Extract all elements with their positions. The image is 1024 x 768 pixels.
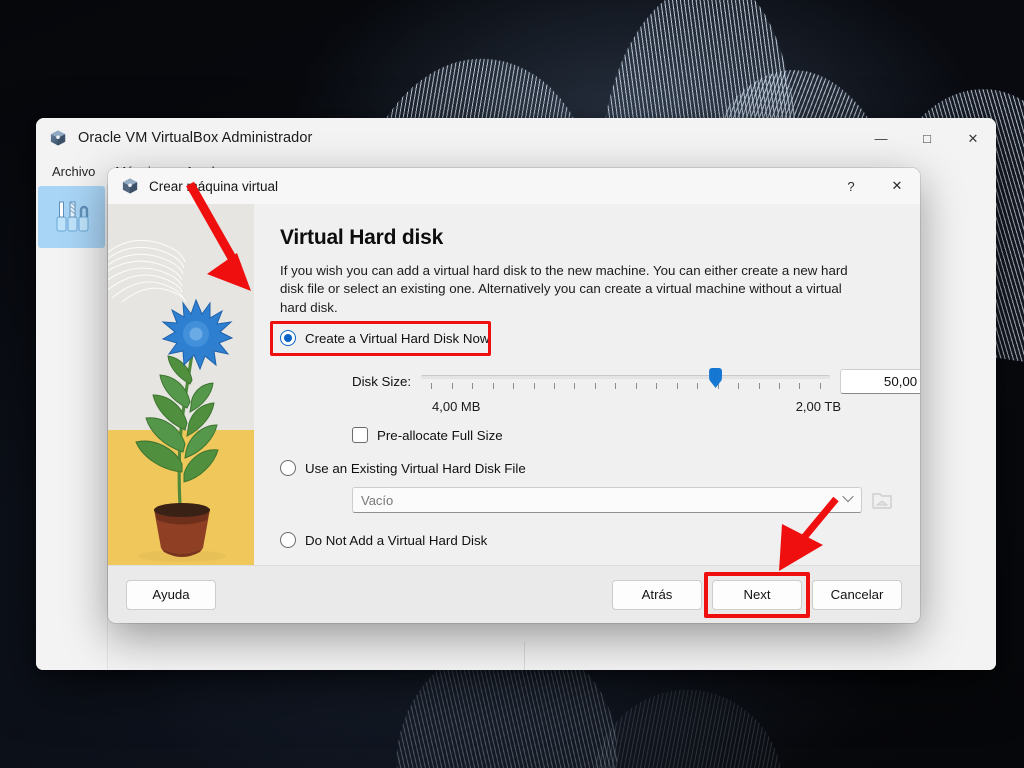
dialog-main: Virtual Hard disk If you wish you can ad… xyxy=(108,204,920,565)
sidebar-item-tools[interactable] xyxy=(38,186,105,248)
close-icon[interactable]: ✕ xyxy=(874,168,920,204)
checkbox-indicator xyxy=(352,427,368,444)
maximize-button[interactable]: □ xyxy=(904,118,950,158)
slider-track xyxy=(421,375,831,380)
back-button[interactable]: Atrás xyxy=(612,579,702,610)
option-do-not-add-wrapper: Do Not Add a Virtual Hard Disk xyxy=(280,532,894,549)
help-button-footer[interactable]: Ayuda xyxy=(126,579,216,610)
main-window-title: Oracle VM VirtualBox Administrador xyxy=(78,130,313,146)
help-button[interactable]: ? xyxy=(828,168,874,204)
main-window-sidebar xyxy=(36,184,108,670)
dialog-title-controls: ? ✕ xyxy=(828,168,920,204)
slider-tick xyxy=(799,383,801,390)
slider-min-label: 4,00 MB xyxy=(432,399,481,415)
slider-tick xyxy=(758,383,760,390)
next-button[interactable]: Next xyxy=(712,579,802,610)
dialog-illustration xyxy=(108,204,254,565)
close-button[interactable]: ✕ xyxy=(950,118,996,158)
slider-tick xyxy=(492,383,494,390)
slider-tick xyxy=(513,383,515,390)
tools-icon xyxy=(56,201,88,232)
slider-tick xyxy=(472,383,474,390)
slider-tick xyxy=(554,383,556,390)
radio-use-existing-virtual-hard-disk-file[interactable]: Use an Existing Virtual Hard Disk File xyxy=(280,460,894,477)
existing-file-row: Vacío xyxy=(280,487,894,514)
dialog-title: Crear máquina virtual xyxy=(149,178,279,194)
virtualbox-cube-icon xyxy=(50,130,66,146)
option-use-existing-wrapper: Use an Existing Virtual Hard Disk File V… xyxy=(280,460,894,514)
folder-browse-icon[interactable] xyxy=(870,488,894,512)
slider-range-labels: 4,00 MB 2,00 TB xyxy=(432,399,841,414)
footer-right-buttons: Atrás Next Cancelar xyxy=(612,571,902,618)
radio-do-not-add-virtual-hard-disk[interactable]: Do Not Add a Virtual Hard Disk xyxy=(280,532,894,549)
dialog-titlebar[interactable]: Crear máquina virtual ? ✕ xyxy=(108,168,920,204)
slider-tick xyxy=(819,383,821,390)
slider-tick xyxy=(738,383,740,390)
preallocate-full-size-checkbox[interactable]: Pre-allocate Full Size xyxy=(280,427,894,444)
chevron-down-icon xyxy=(842,490,854,503)
dialog-content: Virtual Hard disk If you wish you can ad… xyxy=(254,204,920,565)
slider-tick xyxy=(451,383,453,390)
disk-size-row: Disk Size: 50,00 GB xyxy=(280,366,920,396)
slider-tick xyxy=(594,383,596,390)
disk-size-slider[interactable] xyxy=(421,366,831,396)
checkbox-label: Pre-allocate Full Size xyxy=(377,427,503,443)
radio-label: Use an Existing Virtual Hard Disk File xyxy=(305,460,526,476)
create-virtual-machine-dialog: Crear máquina virtual ? ✕ Virtual Hard d… xyxy=(108,168,920,623)
radio-label: Do Not Add a Virtual Hard Disk xyxy=(305,532,488,548)
option-create-now-wrapper: Create a Virtual Hard Disk Now xyxy=(270,321,501,357)
radio-create-virtual-hard-disk-now[interactable]: Create a Virtual Hard Disk Now xyxy=(280,330,501,347)
cancel-button[interactable]: Cancelar xyxy=(812,579,902,610)
minimize-button[interactable]: — xyxy=(858,118,904,158)
disk-size-input[interactable]: 50,00 GB xyxy=(840,368,920,394)
dialog-footer: Ayuda Atrás Next Cancelar xyxy=(108,565,920,623)
page-description: If you wish you can add a virtual hard d… xyxy=(280,263,848,315)
slider-tick xyxy=(615,383,617,390)
disk-size-label: Disk Size: xyxy=(352,373,412,389)
slider-tick xyxy=(574,383,576,390)
radio-indicator xyxy=(280,330,296,347)
next-button-wrapper: Next xyxy=(704,571,810,618)
slider-tick xyxy=(431,383,433,390)
slider-tick xyxy=(656,383,658,390)
radio-indicator xyxy=(280,532,296,549)
radio-label: Create a Virtual Hard Disk Now xyxy=(305,330,490,346)
slider-tick xyxy=(533,383,535,390)
slider-tick xyxy=(697,383,699,390)
plant-illustration xyxy=(135,298,234,562)
slider-ticks xyxy=(421,383,830,391)
slider-tick xyxy=(676,383,678,390)
menu-item-archivo[interactable]: Archivo xyxy=(44,162,103,181)
page-title: Virtual Hard disk xyxy=(280,226,444,249)
content-divider xyxy=(524,642,525,670)
main-window-controls: — □ ✕ xyxy=(858,118,996,158)
main-window-titlebar[interactable]: Oracle VM VirtualBox Administrador — □ ✕ xyxy=(36,118,996,158)
radio-indicator xyxy=(280,460,296,477)
virtualbox-cube-icon xyxy=(122,178,138,194)
slider-tick xyxy=(778,383,780,390)
slider-tick xyxy=(635,383,637,390)
existing-file-value: Vacío xyxy=(361,492,394,508)
slider-max-label: 2,00 TB xyxy=(795,399,841,415)
existing-file-combobox[interactable]: Vacío xyxy=(352,487,862,514)
